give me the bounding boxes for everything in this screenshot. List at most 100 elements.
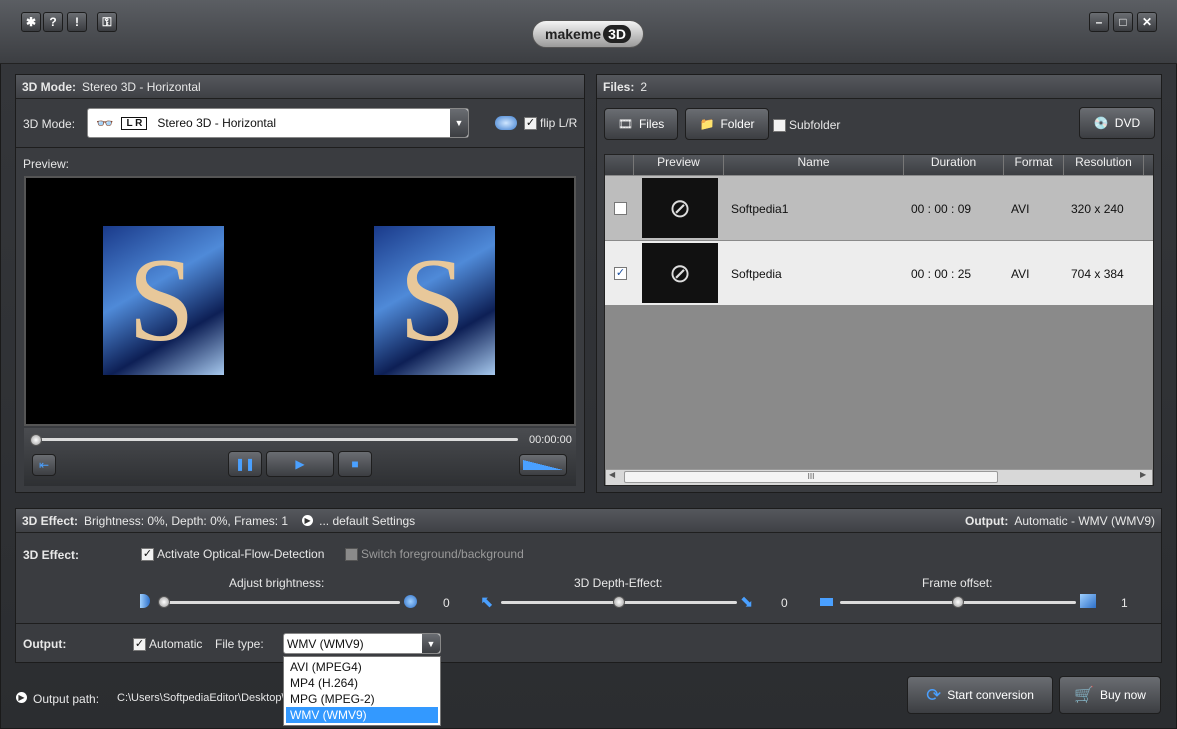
scroll-thumb[interactable]: III xyxy=(624,471,998,483)
files-title-label: Files: xyxy=(603,79,635,94)
help-icon[interactable]: ? xyxy=(43,12,63,32)
optical-flow-box[interactable]: ✓ xyxy=(141,547,154,561)
divider xyxy=(16,623,1161,624)
optical-flow-checkbox[interactable]: ✓ Activate Optical-Flow-Detection xyxy=(141,547,324,561)
default-settings-link[interactable]: ... default Settings xyxy=(319,514,415,528)
glasses-toggle-icon[interactable] xyxy=(495,116,517,130)
maximize-button[interactable]: □ xyxy=(1113,12,1133,32)
output-path-value[interactable]: C:\Users\SoftpediaEditor\Desktop\ xyxy=(117,692,285,704)
row-name: Softpedia xyxy=(731,267,782,281)
depth-low-icon: ⬉ xyxy=(480,594,494,611)
switch-fg-bg-checkbox: Switch foreground/background xyxy=(345,547,524,561)
preview-label: Preview: xyxy=(23,157,70,171)
row-name: Softpedia1 xyxy=(731,202,789,216)
col-name[interactable]: Name xyxy=(724,155,904,175)
flip-checkbox-box[interactable]: ✓ xyxy=(524,116,537,130)
cart-icon: 🛒 xyxy=(1074,687,1094,704)
seek-bar[interactable] xyxy=(34,438,518,441)
row-resolution: 704 x 384 xyxy=(1071,267,1124,281)
effect-title-label: 3D Effect: xyxy=(22,513,79,528)
scroll-right-icon[interactable]: ▶ xyxy=(1140,470,1146,479)
mode-badge: L R xyxy=(121,116,148,130)
stop-button[interactable]: ■ xyxy=(338,451,372,477)
seek-knob[interactable] xyxy=(30,434,42,446)
folder-button[interactable]: 📁 Folder xyxy=(685,108,769,140)
filetype-dropdown: AVI (MPEG4) MP4 (H.264) MPG (MPEG-2) WMV… xyxy=(283,656,441,726)
time-display: 00:00:00 xyxy=(529,434,572,446)
filetype-label: File type: xyxy=(215,637,264,651)
filetype-select[interactable]: WMV (WMV9) ▼ xyxy=(283,633,441,654)
brightness-high-icon xyxy=(404,595,417,608)
filetype-option[interactable]: MPG (MPEG-2) xyxy=(286,691,438,707)
subfolder-checkbox[interactable]: Subfolder xyxy=(773,118,840,132)
mode-title-value: Stereo 3D - Horizontal xyxy=(82,79,201,94)
row-duration: 00 : 00 : 09 xyxy=(911,202,972,216)
minimize-button[interactable]: – xyxy=(1089,12,1109,32)
flip-lr-checkbox[interactable]: ✓ flip L/R xyxy=(524,116,577,130)
col-check xyxy=(605,155,634,175)
volume-icon xyxy=(523,460,563,470)
col-format[interactable]: Format xyxy=(1004,155,1064,175)
chevron-down-icon[interactable]: ▼ xyxy=(422,634,440,653)
subfolder-checkbox-box[interactable] xyxy=(773,118,786,132)
row-resolution: 320 x 240 xyxy=(1071,202,1124,216)
close-button[interactable]: ✕ xyxy=(1137,12,1157,32)
mode-title-label: 3D Mode: xyxy=(22,79,76,94)
automatic-box[interactable]: ✓ xyxy=(133,637,146,651)
dvd-button[interactable]: 💿 DVD xyxy=(1079,107,1155,139)
frame-high-icon xyxy=(1080,594,1096,608)
gear-icon[interactable]: ✱ xyxy=(21,12,41,32)
mode-panel-header: 3D Mode: Stereo 3D - Horizontal xyxy=(16,75,584,99)
effect-label: 3D Effect: xyxy=(23,548,80,562)
snapshot-icon[interactable]: ⇤ xyxy=(32,454,56,476)
app-logo: makeme 3D xyxy=(532,20,644,48)
brightness-slider[interactable] xyxy=(160,601,400,604)
lock-icon[interactable]: ⚿ xyxy=(97,12,117,32)
no-preview-icon: ⊘ xyxy=(642,178,718,238)
frame-offset-value: 1 xyxy=(1121,596,1128,610)
depth-knob[interactable] xyxy=(613,596,625,608)
pause-button[interactable]: ❚❚ xyxy=(228,451,262,477)
depth-label: 3D Depth-Effect: xyxy=(574,576,663,590)
files-panel-header: Files: 2 xyxy=(597,75,1161,99)
output-summary: Output: Automatic - WMV (WMV9) xyxy=(965,514,1155,528)
glasses-icon: 👓 xyxy=(96,114,114,131)
play-button[interactable]: ▶ xyxy=(266,451,334,477)
volume-slider[interactable] xyxy=(519,454,567,476)
mode-label: 3D Mode: xyxy=(23,117,76,131)
depth-high-icon: ⬊ xyxy=(740,594,754,611)
start-conversion-button[interactable]: ⟳ Start conversion xyxy=(907,676,1053,714)
info-icon[interactable]: ! xyxy=(67,12,87,32)
output-summary-label: Output: xyxy=(965,513,1009,528)
row-checkbox[interactable] xyxy=(614,202,627,215)
frame-low-icon xyxy=(820,598,833,606)
row-checkbox[interactable]: ✓ xyxy=(614,267,627,280)
arrow-right-icon: ▶ xyxy=(16,692,27,703)
filetype-option[interactable]: MP4 (H.264) xyxy=(286,675,438,691)
subfolder-label: Subfolder xyxy=(789,118,841,132)
row-format: AVI xyxy=(1011,202,1030,216)
frame-offset-knob[interactable] xyxy=(952,596,964,608)
col-preview[interactable]: Preview xyxy=(634,155,724,175)
brightness-value: 0 xyxy=(443,596,450,610)
row-duration: 00 : 00 : 25 xyxy=(911,267,972,281)
automatic-checkbox[interactable]: ✓ Automatic xyxy=(133,637,202,651)
mode-select[interactable]: 👓 L R Stereo 3D - Horizontal ▼ xyxy=(87,108,469,138)
output-summary-value: Automatic - WMV (WMV9) xyxy=(1014,513,1155,528)
col-resolution[interactable]: Resolution xyxy=(1064,155,1144,175)
chevron-down-icon[interactable]: ▼ xyxy=(450,109,468,137)
col-duration[interactable]: Duration xyxy=(904,155,1004,175)
effect-panel-header: 3D Effect: Brightness: 0%, Depth: 0%, Fr… xyxy=(16,509,1161,533)
filetype-select-value: WMV (WMV9) xyxy=(287,636,364,651)
brightness-knob[interactable] xyxy=(158,596,170,608)
buy-now-button[interactable]: 🛒 Buy now xyxy=(1059,676,1161,714)
files-button[interactable]: 🎞 Files xyxy=(604,108,678,140)
frame-offset-label: Frame offset: xyxy=(922,576,993,590)
effect-title-value: Brightness: 0%, Depth: 0%, Frames: 1 xyxy=(84,513,289,528)
scroll-left-icon[interactable]: ◀ xyxy=(609,470,615,479)
arrow-right-icon[interactable]: ▶ xyxy=(302,515,314,526)
disc-icon: 💿 xyxy=(1093,116,1109,130)
convert-arrow-icon: ⟳ xyxy=(926,684,942,705)
filetype-option[interactable]: AVI (MPEG4) xyxy=(286,659,438,675)
filetype-option-selected[interactable]: WMV (WMV9) xyxy=(286,707,438,723)
